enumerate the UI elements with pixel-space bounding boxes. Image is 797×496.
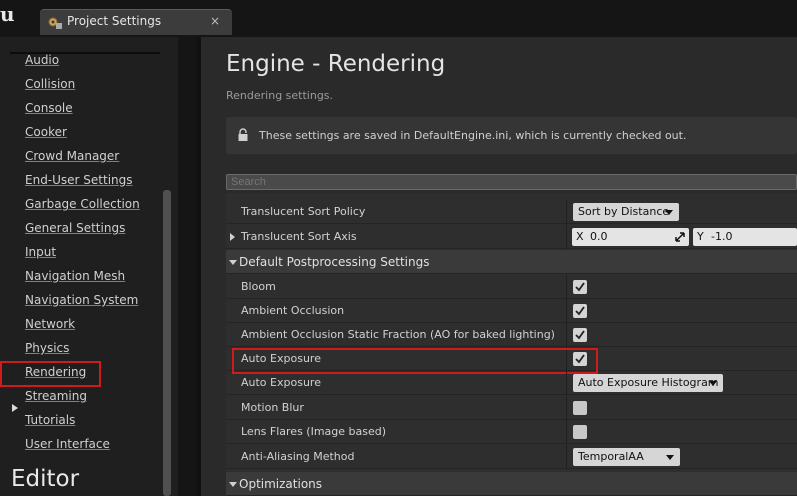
sidebar-item-navigation-mesh[interactable]: Navigation Mesh — [25, 269, 125, 283]
column-divider — [566, 323, 567, 347]
column-divider — [566, 445, 567, 469]
tab-project-settings[interactable]: Project Settings × — [40, 9, 232, 35]
checkmark-icon — [575, 306, 585, 316]
settings-main-panel: Engine - Rendering Rendering settings. T… — [201, 37, 797, 496]
sidebar-item-cooker[interactable]: Cooker — [25, 125, 67, 139]
settings-sidebar: Audio Collision Console Cooker Crowd Man… — [0, 37, 178, 496]
sidebar-scrollbar[interactable] — [163, 190, 171, 496]
category-label: Default Postprocessing Settings — [239, 255, 430, 269]
column-divider — [566, 275, 567, 299]
sort-policy-dropdown[interactable]: Sort by Distance — [573, 203, 679, 221]
dropdown-value: TemporalAA — [578, 450, 644, 463]
chevron-down-icon — [709, 381, 717, 386]
column-divider — [566, 420, 567, 444]
collapse-arrow-icon — [229, 482, 237, 487]
rendering-highlight-box — [0, 361, 101, 387]
chevron-down-icon — [665, 210, 673, 215]
property-label: Auto Exposure — [241, 376, 321, 389]
property-label: Motion Blur — [241, 401, 304, 414]
property-label: Lens Flares (Image based) — [241, 425, 387, 438]
sidebar-item-physics[interactable]: Physics — [25, 341, 69, 355]
collapse-arrow-icon — [229, 260, 237, 265]
checkmark-icon — [575, 282, 585, 292]
property-label: Anti-Aliasing Method — [241, 450, 355, 463]
column-divider — [566, 371, 567, 395]
sidebar-item-network[interactable]: Network — [25, 317, 75, 331]
sort-axis-x-field[interactable]: X 0.0 — [572, 228, 689, 246]
page-subtitle: Rendering settings. — [226, 89, 334, 102]
notice-text: These settings are saved in DefaultEngin… — [259, 129, 687, 142]
ao-static-fraction-checkbox[interactable] — [573, 328, 587, 342]
category-default-postprocessing[interactable]: Default Postprocessing Settings — [226, 250, 797, 274]
sidebar-item-end-user-settings[interactable]: End-User Settings — [25, 173, 133, 187]
row-motion-blur: Motion Blur — [226, 396, 797, 420]
section-heading-editor: Editor — [11, 466, 80, 492]
page-title: Engine - Rendering — [226, 51, 446, 77]
close-icon[interactable]: × — [210, 14, 220, 28]
auto-exposure-method-dropdown[interactable]: Auto Exposure Histogram — [573, 374, 723, 392]
chevron-down-icon — [666, 455, 674, 460]
motion-blur-checkbox[interactable] — [573, 401, 587, 415]
bloom-checkbox[interactable] — [573, 280, 587, 294]
config-notice: These settings are saved in DefaultEngin… — [226, 117, 797, 154]
x-value: 0.0 — [590, 230, 608, 243]
row-ambient-occlusion: Ambient Occlusion — [226, 299, 797, 323]
settings-icon — [48, 17, 62, 29]
sidebar-item-streaming[interactable]: Streaming — [25, 389, 87, 403]
row-translucent-sort-axis: Translucent Sort Axis X 0.0 Y -1.0 — [226, 225, 797, 249]
details-grid: Translucent Sort Policy Sort by Distance… — [226, 193, 797, 496]
x-axis-label: X — [576, 230, 584, 243]
ambient-occlusion-checkbox[interactable] — [573, 304, 587, 318]
row-bloom: Bloom — [226, 275, 797, 299]
dropdown-value: Auto Exposure Histogram — [578, 376, 719, 389]
dropdown-value: Sort by Distance — [578, 205, 670, 218]
property-label: Ambient Occlusion Static Fraction (AO fo… — [241, 328, 555, 341]
sidebar-item-garbage-collection[interactable]: Garbage Collection — [25, 197, 140, 211]
sidebar-item-crowd-manager[interactable]: Crowd Manager — [25, 149, 119, 163]
row-lens-flares: Lens Flares (Image based) — [226, 420, 797, 444]
sidebar-item-general-settings[interactable]: General Settings — [25, 221, 125, 235]
property-label: Translucent Sort Axis — [241, 230, 357, 243]
property-label: Translucent Sort Policy — [241, 205, 366, 218]
sidebar-item-console[interactable]: Console — [25, 101, 73, 115]
anti-aliasing-dropdown[interactable]: TemporalAA — [573, 448, 680, 466]
sidebar-item-input[interactable]: Input — [25, 245, 56, 259]
sidebar-item-audio[interactable]: Audio — [25, 53, 59, 67]
sidebar-item-user-interface[interactable]: User Interface — [25, 437, 110, 451]
selected-arrow-icon — [12, 404, 18, 412]
property-label: Ambient Occlusion — [241, 304, 345, 317]
column-divider — [566, 299, 567, 323]
category-optimizations[interactable]: Optimizations — [226, 472, 797, 496]
row-anti-aliasing-method: Anti-Aliasing Method TemporalAA — [226, 445, 797, 469]
lens-flares-checkbox[interactable] — [573, 425, 587, 439]
y-axis-label: Y — [697, 230, 704, 243]
tab-label: Project Settings — [67, 14, 162, 28]
title-bar: u Project Settings × — [0, 0, 797, 37]
unreal-logo-icon: u — [0, 2, 15, 26]
checkmark-icon — [575, 330, 585, 340]
row-auto-exposure-method: Auto Exposure Auto Exposure Histogram — [226, 371, 797, 395]
property-label: Bloom — [241, 280, 276, 293]
y-value: -1.0 — [711, 230, 733, 243]
search-input[interactable] — [226, 174, 797, 190]
column-divider — [566, 200, 567, 224]
sort-axis-y-field[interactable]: Y -1.0 — [693, 228, 797, 246]
column-divider — [566, 396, 567, 420]
row-ao-static-fraction: Ambient Occlusion Static Fraction (AO fo… — [226, 323, 797, 347]
sidebar-item-collision[interactable]: Collision — [25, 77, 75, 91]
column-divider — [566, 225, 567, 249]
row-translucent-sort-policy: Translucent Sort Policy Sort by Distance — [226, 200, 797, 224]
sidebar-item-navigation-system[interactable]: Navigation System — [25, 293, 138, 307]
sidebar-item-tutorials[interactable]: Tutorials — [25, 413, 75, 427]
lock-icon — [238, 128, 248, 141]
reset-arrows-icon[interactable] — [675, 232, 685, 242]
expand-arrow-icon[interactable] — [230, 233, 235, 241]
category-label: Optimizations — [239, 477, 323, 491]
